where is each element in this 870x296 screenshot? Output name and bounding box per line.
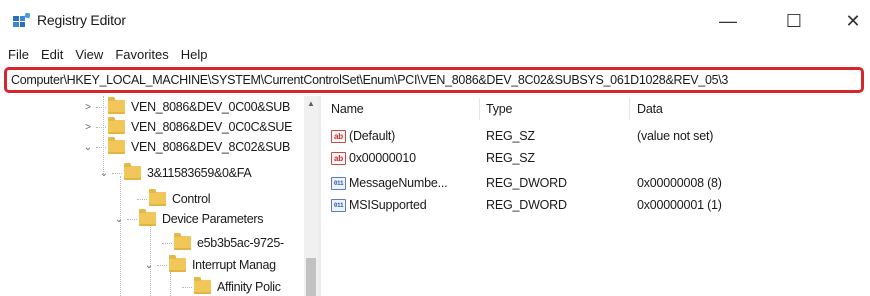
tree-item[interactable]: ⌄ Interrupt Manag: [143, 255, 276, 274]
value-type: REG_SZ: [486, 151, 535, 165]
string-value-icon: ab: [331, 151, 346, 165]
menu-bar: File Edit View Favorites Help: [0, 44, 870, 66]
tree-item[interactable]: Affinity Polic: [180, 277, 281, 296]
tree-guide: [120, 176, 121, 296]
value-type: REG_DWORD: [486, 176, 567, 190]
folder-icon: [174, 233, 191, 250]
folder-icon: [108, 137, 125, 154]
value-name: (Default): [349, 129, 396, 143]
tree-item-label: Interrupt Manag: [192, 258, 276, 272]
chevron-down-icon[interactable]: ⌄: [82, 142, 94, 153]
folder-icon: [149, 189, 166, 206]
values-pane: Name Type Data ab (Default) REG_SZ (valu…: [321, 96, 870, 296]
maximize-button[interactable]: ☐: [771, 6, 817, 36]
value-type: REG_SZ: [486, 129, 535, 143]
tree-item[interactable]: ⌄ 3&11583659&0&FA: [98, 163, 252, 182]
tree-item-label: VEN_8086&DEV_0C0C&SUE: [131, 120, 293, 134]
minimize-icon: —: [719, 10, 737, 31]
value-row[interactable]: ab 0x00000010 REG_SZ: [321, 149, 870, 169]
value-data: (value not set): [637, 129, 714, 143]
chevron-down-icon[interactable]: ⌄: [143, 260, 155, 271]
value-data: 0x00000008 (8): [637, 176, 722, 190]
scroll-up-arrow-icon[interactable]: ▲: [304, 96, 318, 110]
column-header-type[interactable]: Type: [486, 102, 513, 116]
menu-favorites[interactable]: Favorites: [109, 44, 174, 66]
menu-help[interactable]: Help: [175, 44, 214, 66]
column-divider[interactable]: [629, 98, 630, 120]
folder-icon: [108, 117, 125, 134]
chevron-down-icon[interactable]: ⌄: [113, 214, 125, 225]
key-tree-pane: > VEN_8086&DEV_0C00&SUB > VEN_8086&DEV_0…: [0, 96, 318, 296]
value-row[interactable]: ab (Default) REG_SZ (value not set): [321, 127, 870, 147]
tree-item-label: Control: [172, 192, 211, 206]
tree-item[interactable]: ⌄ VEN_8086&DEV_8C02&SUB: [82, 137, 291, 156]
folder-icon: [169, 255, 186, 272]
menu-edit[interactable]: Edit: [35, 44, 69, 66]
close-icon: ✕: [845, 10, 861, 31]
minimize-button[interactable]: —: [705, 6, 751, 36]
column-header-name[interactable]: Name: [331, 102, 364, 116]
tree-scrollbar[interactable]: ▲: [304, 96, 318, 296]
column-header-data[interactable]: Data: [637, 102, 663, 116]
chevron-down-icon[interactable]: ⌄: [98, 168, 110, 179]
tree-item-label: e5b3b5ac-9725-: [197, 236, 284, 250]
scrollbar-thumb[interactable]: [306, 258, 316, 296]
menu-view[interactable]: View: [69, 44, 109, 66]
chevron-right-icon[interactable]: >: [82, 102, 94, 113]
tree-item-label: Affinity Polic: [217, 280, 281, 294]
value-row[interactable]: 011 MessageNumbe... REG_DWORD 0x00000008…: [321, 174, 870, 194]
folder-icon: [124, 163, 141, 180]
column-divider[interactable]: [479, 98, 480, 120]
binary-value-icon: 011: [331, 198, 346, 212]
value-type: REG_DWORD: [486, 198, 567, 212]
tree-item-label: 3&11583659&0&FA: [147, 166, 252, 180]
registry-editor-icon: [13, 13, 30, 27]
value-row[interactable]: 011 MSISupported REG_DWORD 0x00000001 (1…: [321, 196, 870, 216]
binary-value-icon: 011: [331, 176, 346, 190]
value-name: MSISupported: [349, 198, 427, 212]
tree-guide: [170, 272, 171, 296]
value-data: 0x00000001 (1): [637, 198, 722, 212]
window-title: Registry Editor: [37, 12, 126, 28]
tree-item[interactable]: ⌄ Device Parameters: [113, 209, 264, 228]
folder-icon: [108, 97, 125, 114]
title-bar: Registry Editor — ☐ ✕: [0, 0, 870, 44]
registry-editor-window: Registry Editor — ☐ ✕ File Edit View Fav…: [0, 0, 870, 296]
maximize-icon: ☐: [785, 10, 803, 31]
tree-item-label: Device Parameters: [162, 212, 264, 226]
string-value-icon: ab: [331, 129, 346, 143]
tree-item-label: VEN_8086&DEV_8C02&SUB: [131, 140, 291, 154]
tree-item[interactable]: Control: [135, 189, 211, 208]
folder-icon: [194, 277, 211, 294]
tree-item[interactable]: > VEN_8086&DEV_0C0C&SUE: [82, 117, 293, 136]
value-name: MessageNumbe...: [349, 176, 448, 190]
chevron-right-icon[interactable]: >: [82, 122, 94, 133]
address-bar[interactable]: Computer\HKEY_LOCAL_MACHINE\SYSTEM\Curre…: [4, 67, 864, 93]
close-button[interactable]: ✕: [830, 6, 870, 36]
address-path: Computer\HKEY_LOCAL_MACHINE\SYSTEM\Curre…: [11, 73, 729, 87]
tree-item[interactable]: e5b3b5ac-9725-: [160, 233, 284, 252]
tree-item[interactable]: > VEN_8086&DEV_0C00&SUB: [82, 97, 291, 116]
tree-item-label: VEN_8086&DEV_0C00&SUB: [131, 100, 291, 114]
value-name: 0x00000010: [349, 151, 416, 165]
menu-file[interactable]: File: [0, 44, 35, 66]
folder-icon: [139, 209, 156, 226]
